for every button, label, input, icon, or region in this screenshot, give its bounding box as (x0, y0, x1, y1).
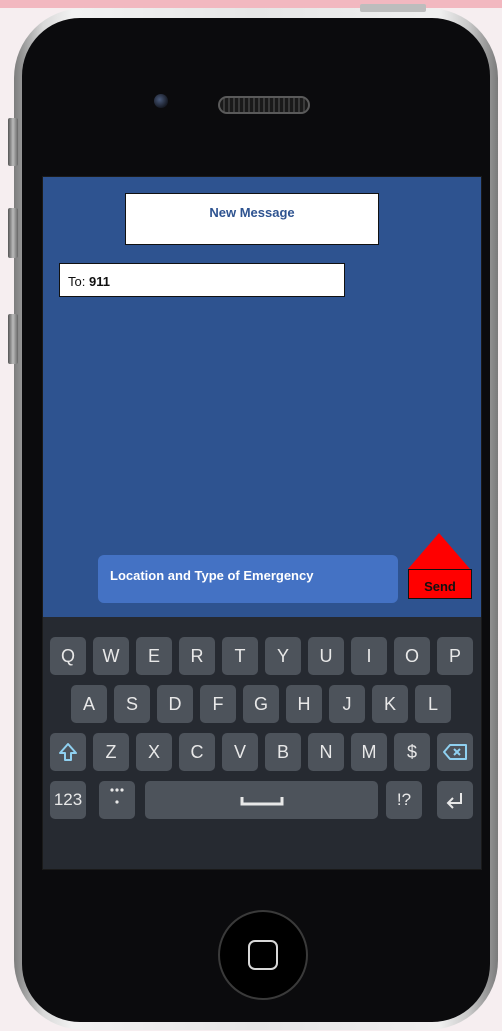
send-arrow-icon (408, 533, 470, 569)
key[interactable]: P (437, 637, 473, 675)
key[interactable]: O (394, 637, 430, 675)
page-title: New Message (125, 193, 379, 245)
ellipsis-key[interactable] (99, 781, 135, 819)
backspace-icon (443, 744, 467, 760)
front-camera (154, 94, 168, 108)
key[interactable]: N (308, 733, 344, 771)
space-icon (240, 797, 283, 806)
volume-up-button (8, 208, 18, 258)
key[interactable]: E (136, 637, 172, 675)
key[interactable]: I (351, 637, 387, 675)
phone-screen: New Message To: 911 Location and Type of… (42, 176, 482, 870)
shift-icon (59, 743, 77, 761)
top-strip (0, 0, 502, 8)
key[interactable]: M (351, 733, 387, 771)
key[interactable]: D (157, 685, 193, 723)
key[interactable]: V (222, 733, 258, 771)
key[interactable]: X (136, 733, 172, 771)
return-key[interactable] (437, 781, 473, 819)
key[interactable]: A (71, 685, 107, 723)
space-key[interactable] (145, 781, 378, 819)
key[interactable]: R (179, 637, 215, 675)
ellipsis-icon (110, 788, 124, 804)
backspace-key[interactable] (437, 733, 473, 771)
send-control[interactable]: Send (406, 533, 476, 605)
key[interactable]: H (286, 685, 322, 723)
key[interactable]: K (372, 685, 408, 723)
key[interactable]: B (265, 733, 301, 771)
power-button (360, 4, 426, 12)
key[interactable]: Q (50, 637, 86, 675)
key[interactable]: T (222, 637, 258, 675)
key[interactable]: $ (394, 733, 430, 771)
key[interactable]: S (114, 685, 150, 723)
keyboard: Q W E R T Y U I O P A S D F G H J K L Z … (43, 617, 481, 869)
return-icon (446, 793, 462, 809)
volume-down-button (8, 314, 18, 364)
home-button-icon (248, 940, 278, 970)
key[interactable]: J (329, 685, 365, 723)
key[interactable]: C (179, 733, 215, 771)
mute-switch (8, 118, 18, 166)
home-button[interactable] (218, 910, 308, 1000)
key[interactable]: Y (265, 637, 301, 675)
recipient-label: To: (68, 274, 86, 289)
key[interactable]: L (415, 685, 451, 723)
earpiece-speaker (218, 96, 310, 114)
shift-key[interactable] (50, 733, 86, 771)
recipient-field[interactable]: To: 911 (59, 263, 345, 297)
send-button[interactable]: Send (408, 569, 472, 599)
key[interactable]: W (93, 637, 129, 675)
key[interactable]: F (200, 685, 236, 723)
key[interactable]: Z (93, 733, 129, 771)
key[interactable]: U (308, 637, 344, 675)
message-input[interactable]: Location and Type of Emergency (98, 555, 398, 603)
recipient-value: 911 (88, 274, 110, 289)
punctuation-key[interactable]: !? (386, 781, 422, 819)
key[interactable]: G (243, 685, 279, 723)
numbers-key[interactable]: 123 (50, 781, 86, 819)
